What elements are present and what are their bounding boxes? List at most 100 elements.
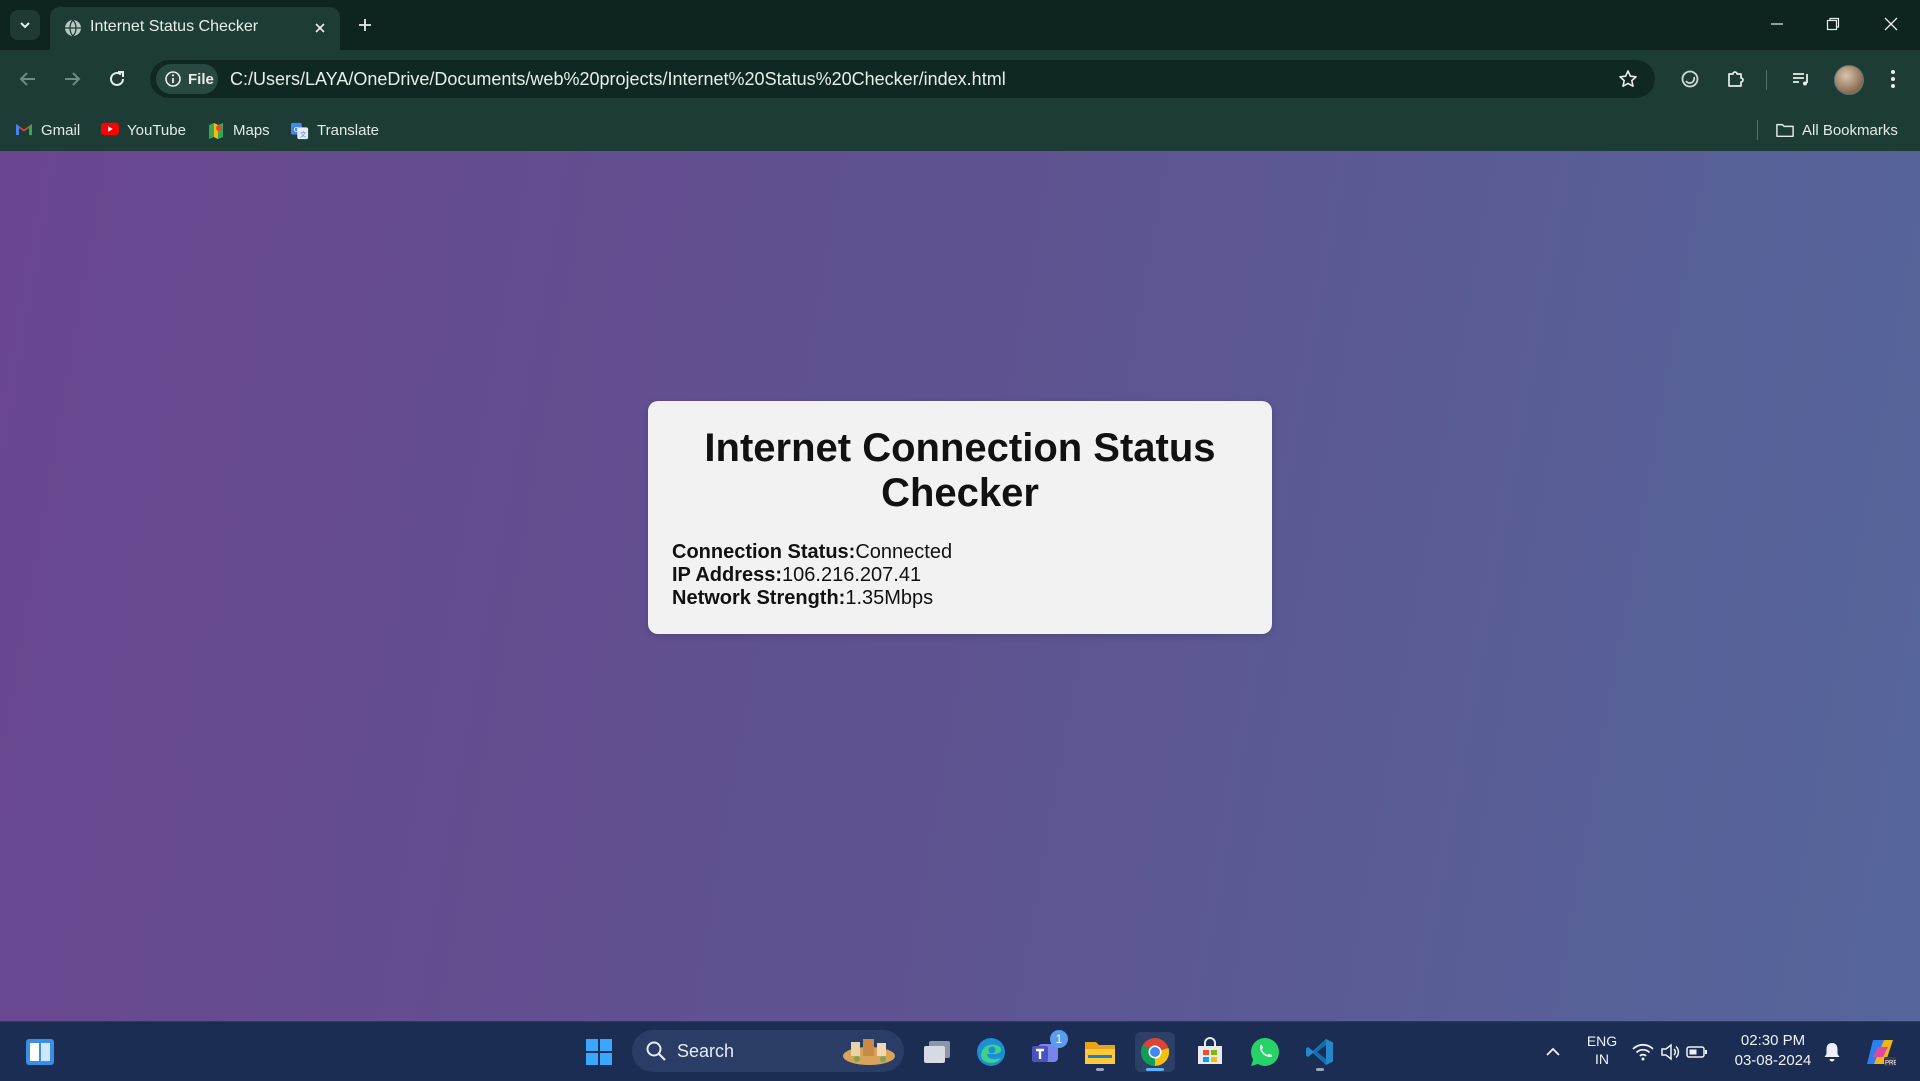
quick-settings-button[interactable] [1628, 1032, 1712, 1072]
close-icon [1884, 17, 1898, 31]
volume-icon [1661, 1043, 1680, 1061]
bookmark-label: Translate [317, 121, 379, 139]
taskbar-vscode[interactable] [1300, 1032, 1340, 1072]
taskbar-chrome[interactable] [1135, 1032, 1175, 1072]
battery-icon [1686, 1046, 1707, 1058]
arrow-right-icon [65, 72, 81, 86]
taskbar-whatsapp[interactable] [1245, 1032, 1285, 1072]
taskbar-file-explorer[interactable] [1080, 1032, 1120, 1072]
site-info-label: File [188, 70, 214, 88]
svg-text:G: G [294, 125, 300, 134]
media-controls-button[interactable] [1785, 63, 1817, 95]
tab-search-button[interactable] [10, 10, 40, 40]
new-tab-button[interactable] [352, 12, 378, 38]
widgets-button[interactable] [20, 1032, 60, 1072]
bookmark-youtube[interactable]: YouTube [101, 119, 186, 141]
restore-icon [1826, 17, 1840, 31]
folder-icon [1085, 1042, 1115, 1064]
svg-text:文: 文 [300, 129, 307, 138]
connection-status-label: Connection Status: [672, 541, 856, 563]
taskbar-copilot[interactable]: PRE [1860, 1032, 1900, 1072]
profile-avatar[interactable] [1834, 65, 1864, 95]
status-card: Internet Connection Status Checker Conne… [648, 401, 1272, 634]
language-code: ENG [1586, 1033, 1618, 1049]
bookmark-maps[interactable]: Maps [207, 119, 270, 141]
chevron-up-icon [1546, 1047, 1560, 1056]
bookmark-star-button[interactable] [1615, 66, 1641, 92]
globe-icon [65, 19, 81, 37]
playlist-icon [1793, 73, 1808, 86]
reload-button[interactable] [101, 63, 133, 95]
maps-icon [207, 122, 225, 139]
extensions-button[interactable] [1720, 63, 1752, 95]
bookmark-label: Maps [233, 121, 270, 139]
star-icon [1619, 70, 1637, 87]
site-info-chip[interactable]: File [156, 64, 218, 94]
circle-sync-icon [1681, 70, 1699, 88]
network-strength-row: Network Strength:1.35Mbps [672, 587, 952, 610]
minimize-icon [1771, 23, 1783, 25]
language-indicator[interactable]: ENG IN [1582, 1032, 1622, 1068]
show-hidden-icons-button[interactable] [1533, 1032, 1573, 1072]
start-button[interactable] [579, 1032, 619, 1072]
back-button[interactable] [12, 63, 44, 95]
running-indicator [1316, 1068, 1324, 1071]
ip-address-value: 106.216.207.41 [782, 564, 922, 586]
task-view-button[interactable] [917, 1032, 957, 1072]
bookmarks-bar: Gmail YouTube Maps G文 Translate All Book… [0, 108, 1920, 152]
browser-toolbar: File C:/Users/LAYA/OneDrive/Documents/we… [0, 50, 1920, 108]
notification-badge: 1 [1050, 1030, 1068, 1048]
gmail-icon [15, 122, 33, 138]
vscode-icon [1306, 1039, 1333, 1065]
chrome-icon [1141, 1038, 1170, 1067]
more-vertical-icon [1891, 70, 1895, 88]
wifi-icon [1632, 1043, 1654, 1061]
all-bookmarks-label: All Bookmarks [1802, 121, 1898, 139]
close-tab-button[interactable] [309, 17, 331, 39]
bookmark-label: Gmail [41, 121, 81, 139]
bookmark-translate[interactable]: G文 Translate [291, 119, 379, 141]
tab-title: Internet Status Checker [90, 18, 259, 35]
arrow-left-icon [19, 72, 35, 86]
folder-icon [1776, 122, 1794, 138]
taskbar: Search 1 ENG IN 02:30 PM 03-08-2024 PRE [0, 1021, 1920, 1081]
all-bookmarks-button[interactable]: All Bookmarks [1776, 119, 1898, 141]
address-bar[interactable]: File C:/Users/LAYA/OneDrive/Documents/we… [150, 60, 1655, 98]
taskbar-store[interactable] [1190, 1032, 1230, 1072]
close-window-button[interactable] [1868, 8, 1914, 40]
clock[interactable]: 02:30 PM 03-08-2024 [1728, 1031, 1818, 1071]
task-view-icon [924, 1041, 950, 1063]
taskbar-search[interactable]: Search [632, 1030, 904, 1072]
running-indicator [1096, 1068, 1104, 1071]
url-text[interactable]: C:/Users/LAYA/OneDrive/Documents/web%20p… [230, 69, 1006, 90]
youtube-icon [101, 122, 119, 138]
store-icon [1198, 1037, 1222, 1064]
minimize-button[interactable] [1754, 8, 1800, 40]
browser-tab[interactable]: Internet Status Checker [50, 7, 340, 50]
network-strength-value: 1.35Mbps [845, 587, 934, 609]
search-highlight-icon [843, 1039, 895, 1065]
ip-address-label: IP Address: [672, 564, 783, 586]
extension-button[interactable] [1674, 63, 1706, 95]
notifications-button[interactable] [1816, 1032, 1848, 1072]
taskbar-edge[interactable] [971, 1032, 1011, 1072]
taskbar-teams[interactable]: 1 [1026, 1030, 1068, 1072]
browser-menu-button[interactable] [1877, 63, 1909, 95]
edge-icon [977, 1038, 1005, 1066]
bookmark-gmail[interactable]: Gmail [15, 119, 80, 141]
copilot-icon: PRE [1867, 1040, 1896, 1067]
plus-icon [359, 19, 371, 31]
browser-tab-strip: Internet Status Checker [0, 0, 1920, 50]
puzzle-icon [1728, 71, 1744, 87]
windows-icon [586, 1039, 612, 1065]
bookmark-label: YouTube [127, 121, 186, 139]
forward-button[interactable] [56, 63, 88, 95]
toolbar-divider [1766, 70, 1767, 90]
connection-status-row: Connection Status:Connected [672, 541, 952, 564]
whatsapp-icon [1251, 1038, 1279, 1066]
reload-icon [110, 71, 124, 86]
search-icon [646, 1041, 666, 1061]
page-title: Internet Connection Status Checker [704, 426, 1216, 515]
status-list: Connection Status:Connected IP Address:1… [672, 541, 952, 610]
restore-button[interactable] [1810, 8, 1856, 40]
